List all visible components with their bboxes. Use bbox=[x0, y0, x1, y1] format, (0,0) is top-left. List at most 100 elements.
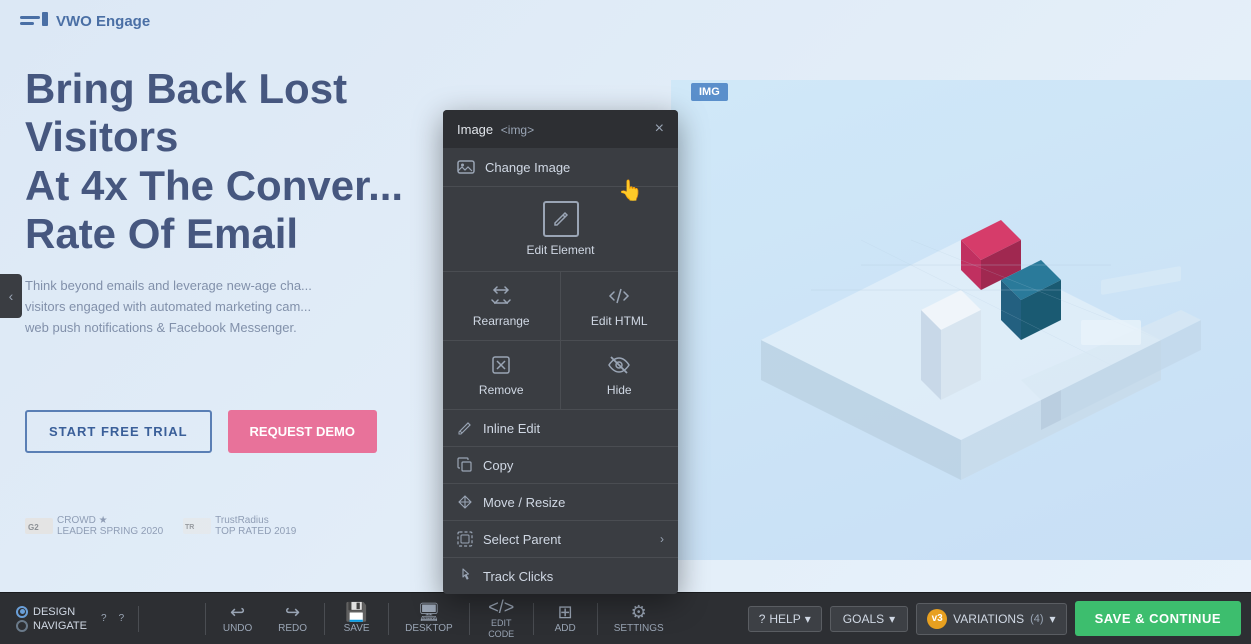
desktop-button[interactable]: 🖥 DESKTOP bbox=[393, 599, 465, 638]
edit-html-icon bbox=[607, 284, 631, 308]
remove-item[interactable]: Remove bbox=[443, 341, 561, 409]
variations-count: (4) bbox=[1030, 613, 1043, 625]
track-clicks-item[interactable]: Track Clicks bbox=[443, 558, 678, 594]
divider-3 bbox=[388, 603, 389, 635]
navigate-radio[interactable]: NAVIGATE bbox=[16, 620, 87, 632]
redo-label: REDO bbox=[278, 623, 307, 634]
edit-html-item[interactable]: Edit HTML bbox=[561, 272, 679, 340]
inline-edit-icon bbox=[457, 420, 473, 436]
desktop-label: DESKTOP bbox=[405, 623, 453, 634]
illustration-area bbox=[671, 80, 1251, 560]
design-label: DESIGN bbox=[33, 606, 75, 618]
help-button[interactable]: ? HELP ▾ bbox=[748, 606, 822, 632]
toolbar: DESIGN NAVIGATE ? ? ↩ UNDO ↪ REDO 💾 SAVE… bbox=[0, 592, 1251, 644]
save-button[interactable]: 💾 SAVE bbox=[329, 599, 384, 638]
request-demo-button[interactable]: REQUEST DEMO bbox=[228, 410, 377, 453]
remove-icon bbox=[489, 353, 513, 377]
edit-code-label: EDITCODE bbox=[488, 618, 514, 640]
variations-button[interactable]: v3 VARIATIONS (4) ▾ bbox=[916, 603, 1066, 635]
move-resize-icon bbox=[457, 494, 473, 510]
track-clicks-icon bbox=[457, 568, 473, 584]
edit-element-item[interactable]: Edit Element bbox=[443, 187, 678, 272]
edit-html-label: Edit HTML bbox=[591, 314, 648, 328]
navigate-radio-dot bbox=[16, 620, 28, 632]
rearrange-item[interactable]: Rearrange bbox=[443, 272, 561, 340]
g2-badge: G2 CROWD ★LEADER SPRING 2020 bbox=[25, 515, 163, 537]
inline-edit-label: Inline Edit bbox=[483, 421, 540, 436]
context-menu: Image <img> × Change Image Edit Element bbox=[443, 110, 678, 594]
design-radio-dot bbox=[16, 606, 28, 618]
toolbar-center: ↩ UNDO ↪ REDO 💾 SAVE 🖥 DESKTOP </> EDITC… bbox=[139, 594, 738, 644]
start-free-trial-button[interactable]: START FREE TRIAL bbox=[25, 410, 212, 453]
divider-6 bbox=[597, 603, 598, 635]
edit-code-button[interactable]: </> EDITCODE bbox=[474, 594, 529, 644]
badges: G2 CROWD ★LEADER SPRING 2020 TR TrustRad… bbox=[25, 515, 296, 537]
divider-2 bbox=[324, 603, 325, 635]
copy-item[interactable]: Copy bbox=[443, 447, 678, 484]
hero-subtitle: Think beyond emails and leverage new-age… bbox=[25, 276, 455, 338]
select-parent-item[interactable]: Select Parent › bbox=[443, 521, 678, 558]
add-label: ADD bbox=[555, 623, 576, 634]
change-image-label: Change Image bbox=[485, 160, 570, 175]
icon-grid-row1: Rearrange Edit HTML bbox=[443, 272, 678, 341]
goals-label: GOALS bbox=[843, 612, 884, 626]
edit-element-icon-box bbox=[543, 201, 579, 237]
divider-5 bbox=[533, 603, 534, 635]
img-badge: IMG bbox=[691, 83, 728, 101]
design-help-icon[interactable]: ? bbox=[97, 613, 111, 624]
edit-element-label: Edit Element bbox=[526, 243, 594, 257]
hide-label: Hide bbox=[607, 383, 632, 397]
panel-toggle-button[interactable]: ‹ bbox=[0, 274, 22, 318]
add-icon: ⊞ bbox=[558, 603, 573, 621]
copy-label: Copy bbox=[483, 458, 513, 473]
desktop-icon: 🖥 bbox=[417, 603, 440, 621]
divider-1 bbox=[205, 603, 206, 635]
undo-icon: ↩ bbox=[230, 603, 245, 621]
redo-icon: ↪ bbox=[285, 603, 300, 621]
divider-4 bbox=[469, 603, 470, 635]
undo-button[interactable]: ↩ UNDO bbox=[210, 599, 265, 638]
hide-item[interactable]: Hide bbox=[561, 341, 679, 409]
change-image-item[interactable]: Change Image bbox=[443, 148, 678, 187]
menu-close-button[interactable]: × bbox=[655, 120, 664, 138]
menu-header: Image <img> × bbox=[443, 110, 678, 148]
edit-code-icon: </> bbox=[488, 598, 514, 616]
design-radio[interactable]: DESIGN bbox=[16, 606, 87, 618]
icon-grid-row2: Remove Hide bbox=[443, 341, 678, 410]
track-clicks-label: Track Clicks bbox=[483, 569, 553, 584]
redo-button[interactable]: ↪ REDO bbox=[265, 599, 320, 638]
rearrange-label: Rearrange bbox=[473, 314, 530, 328]
help-arrow-icon: ▾ bbox=[805, 612, 811, 626]
help-icon: ? bbox=[759, 612, 766, 626]
select-parent-arrow: › bbox=[660, 532, 664, 546]
edit-element-icon bbox=[551, 209, 571, 229]
mode-radio-group: DESIGN NAVIGATE bbox=[10, 606, 93, 632]
goals-arrow-icon: ▾ bbox=[889, 612, 895, 626]
hero-section: Bring Back Lost Visitors At 4x The Conve… bbox=[25, 65, 455, 339]
svg-text:G2: G2 bbox=[28, 523, 39, 532]
settings-label: SETTINGS bbox=[614, 623, 664, 634]
inline-edit-item[interactable]: Inline Edit bbox=[443, 410, 678, 447]
rearrange-icon bbox=[489, 284, 513, 308]
svg-text:TR: TR bbox=[185, 524, 194, 531]
add-button[interactable]: ⊞ ADD bbox=[538, 599, 593, 638]
hero-illustration bbox=[711, 120, 1211, 520]
move-resize-item[interactable]: Move / Resize bbox=[443, 484, 678, 521]
goals-button[interactable]: GOALS ▾ bbox=[830, 606, 908, 632]
select-parent-icon bbox=[457, 531, 473, 547]
trust-radius-badge: TR TrustRadiusTOP RATED 2019 bbox=[183, 515, 296, 537]
move-resize-label: Move / Resize bbox=[483, 495, 565, 510]
select-parent-label: Select Parent bbox=[483, 532, 561, 547]
vwo-header: VWO Engage bbox=[20, 12, 150, 30]
save-label: SAVE bbox=[344, 623, 370, 634]
settings-button[interactable]: ⚙ SETTINGS bbox=[602, 599, 676, 638]
variations-arrow-icon: ▾ bbox=[1050, 612, 1056, 626]
hero-buttons: START FREE TRIAL REQUEST DEMO bbox=[25, 410, 377, 453]
save-icon: 💾 bbox=[345, 603, 367, 621]
navigate-help-icon[interactable]: ? bbox=[115, 613, 129, 624]
toolbar-right: ? HELP ▾ GOALS ▾ v3 VARIATIONS (4) ▾ SAV… bbox=[738, 601, 1251, 636]
save-continue-button[interactable]: SAVE & CONTINUE bbox=[1075, 601, 1241, 636]
vwo-logo-icon bbox=[20, 12, 48, 30]
menu-title: Image <img> bbox=[457, 122, 534, 137]
remove-label: Remove bbox=[479, 383, 524, 397]
